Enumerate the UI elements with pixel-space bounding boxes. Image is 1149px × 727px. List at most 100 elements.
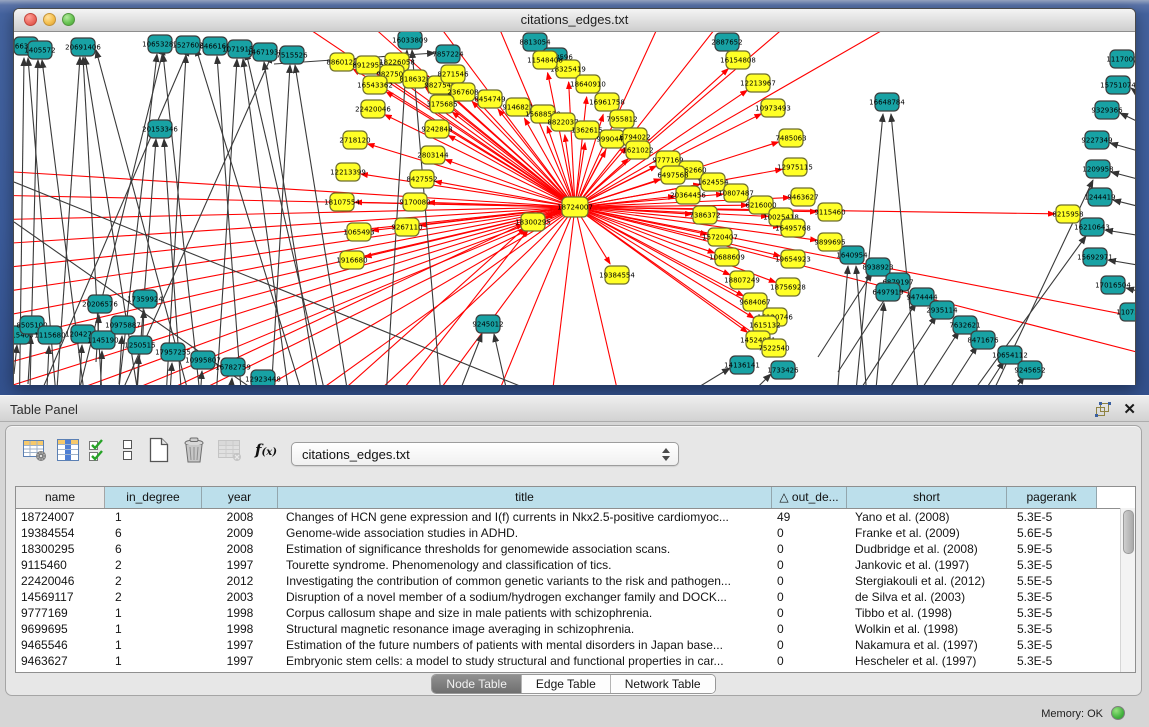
zoom-button[interactable]: [62, 13, 75, 26]
table-options-icon: [22, 438, 48, 462]
table-row[interactable]: 969969511998Structural magnetic resonanc…: [16, 621, 1135, 637]
scrollbar-thumb[interactable]: [1123, 510, 1134, 554]
graph-node-label: 10654112: [992, 352, 1028, 360]
cell-out_degree: 0: [772, 621, 847, 637]
tab-node-table[interactable]: Node Table: [432, 675, 522, 693]
graph-node-label: 16210643: [1074, 224, 1110, 232]
cell-name: 18300295: [16, 541, 105, 557]
network-graph[interactable]: 1663980140557220691406106532871527602646…: [14, 32, 1135, 385]
graph-node-label: 16543362: [357, 82, 393, 90]
graph-node-label: 17957255: [155, 349, 191, 357]
table-row[interactable]: 2242004622012Investigating the contribut…: [16, 573, 1135, 589]
cell-pagerank: 5.3E-5: [1007, 637, 1097, 653]
float-panel-icon[interactable]: [1095, 402, 1111, 417]
graph-edge-red: [575, 97, 587, 207]
table-row[interactable]: 946554611997Estimation of the future num…: [16, 637, 1135, 653]
graph-node-label: 9242848: [421, 126, 452, 134]
network-canvas[interactable]: 1663980140557220691406106532871527602646…: [14, 32, 1135, 385]
cell-name: 22420046: [16, 573, 105, 589]
delete-table-button[interactable]: [212, 435, 248, 465]
graph-node-label: 7632621: [949, 322, 980, 330]
minimize-button[interactable]: [43, 13, 56, 26]
network-table-selector[interactable]: citations_edges.txt: [291, 442, 679, 466]
cell-in_degree: 1: [105, 637, 202, 653]
graph-node-label: 12213399: [330, 169, 366, 177]
network-view-window: citations_edges.txt 16639801405572206914…: [13, 8, 1136, 385]
cell-pagerank: 5.3E-5: [1007, 509, 1097, 525]
network-window-titlebar[interactable]: citations_edges.txt: [14, 9, 1135, 32]
column-header-out_degree[interactable]: △ out_de...: [772, 487, 847, 508]
cell-name: 19384554: [16, 525, 105, 541]
graph-edge-red: [14, 207, 575, 221]
function-builder-icon: f(x): [255, 441, 277, 459]
table-row[interactable]: 1830029562008Estimation of significance …: [16, 541, 1135, 557]
table-row[interactable]: 1456911722003Disruption of a novel membe…: [16, 589, 1135, 605]
close-button[interactable]: [24, 13, 37, 26]
cell-year: 2003: [202, 589, 278, 605]
graph-node-label: 8938923: [862, 264, 893, 272]
cell-title: Disruption of a novel member of a sodium…: [278, 589, 772, 605]
graph-node-label: 1250515: [124, 342, 155, 350]
graph-node-label: 2887652: [711, 39, 742, 47]
column-header-in_degree[interactable]: in_degree: [105, 487, 202, 508]
column-header-year[interactable]: year: [202, 487, 278, 508]
delete-column-button[interactable]: [176, 435, 212, 465]
graph-node-label: 16154808: [720, 57, 756, 65]
graph-node-label: 7522540: [758, 345, 789, 353]
cell-out_degree: 0: [772, 605, 847, 621]
cell-pagerank: 5.6E-5: [1007, 525, 1097, 541]
table-row[interactable]: 1938455462009Genome-wide association stu…: [16, 525, 1135, 541]
cell-out_degree: 0: [772, 637, 847, 653]
cell-title: Estimation of significance thresholds fo…: [278, 541, 772, 557]
table-row[interactable]: 911546021997Tourette syndrome. Phenomeno…: [16, 557, 1135, 573]
graph-node-label: 1209958: [1082, 166, 1113, 174]
cell-year: 1997: [202, 637, 278, 653]
table-options-button[interactable]: [18, 435, 52, 465]
graph-node-label: 9227349: [1081, 137, 1112, 145]
cell-pagerank: 5.5E-5: [1007, 573, 1097, 589]
table-row[interactable]: 946362711997Embryonic stem cells: a mode…: [16, 653, 1135, 669]
graph-node-label: 22420046: [355, 106, 391, 114]
tab-network-table[interactable]: Network Table: [611, 675, 715, 693]
graph-edge-red: [544, 207, 575, 385]
graph-node-label: 17016504: [1095, 282, 1131, 290]
cell-in_degree: 2: [105, 557, 202, 573]
table-row[interactable]: 1872400712008Changes of HCN gene express…: [16, 509, 1135, 525]
graph-node-label: 1065493: [343, 229, 374, 237]
graph-node-label: 1244419: [1084, 194, 1115, 202]
cell-out_degree: 0: [772, 589, 847, 605]
cell-in_degree: 2: [105, 589, 202, 605]
cell-name: 18724007: [16, 509, 105, 525]
cell-pagerank: 5.3E-5: [1007, 589, 1097, 605]
graph-node-label: 1362615: [571, 127, 602, 135]
graph-edge-black: [950, 361, 1004, 385]
selected-table-name: citations_edges.txt: [302, 447, 410, 462]
column-header-short[interactable]: short: [847, 487, 1007, 508]
graph-node-label: 6497919: [872, 289, 903, 297]
graph-node-label: 1405572: [24, 47, 55, 55]
cell-short: Dudbridge et al. (2008): [847, 541, 1007, 557]
table-row[interactable]: 977716911998Corpus callosum shape and si…: [16, 605, 1135, 621]
close-panel-icon[interactable]: ✕: [1123, 400, 1136, 418]
column-checklist-button[interactable]: [84, 435, 114, 465]
graph-node-label: 9463627: [787, 194, 818, 202]
graph-node-label: 6794022: [619, 134, 650, 142]
select-column-button[interactable]: [52, 435, 84, 465]
graph-node-label: 12923448: [245, 376, 281, 384]
column-header-name[interactable]: name: [16, 487, 105, 508]
graph-node-label: 20691406: [65, 44, 101, 52]
tab-edge-table[interactable]: Edge Table: [522, 675, 611, 693]
graph-edge-black: [217, 56, 244, 385]
status-bar: Memory: OK: [0, 700, 1149, 727]
graph-edge-black: [1113, 200, 1135, 209]
new-column-button[interactable]: [142, 435, 176, 465]
function-builder-button[interactable]: f(x): [248, 435, 284, 465]
graph-node-label: 8813054: [519, 39, 551, 47]
graph-node-label: 18756928: [770, 284, 806, 292]
column-header-title[interactable]: title: [278, 487, 772, 508]
column-header-pagerank[interactable]: pagerank: [1007, 487, 1097, 508]
graph-node-label: 16033809: [392, 37, 428, 45]
table-panel-titlebar[interactable]: Table Panel ✕: [0, 395, 1149, 422]
merge-cells-button[interactable]: [114, 435, 142, 465]
vertical-scrollbar[interactable]: [1120, 508, 1135, 672]
